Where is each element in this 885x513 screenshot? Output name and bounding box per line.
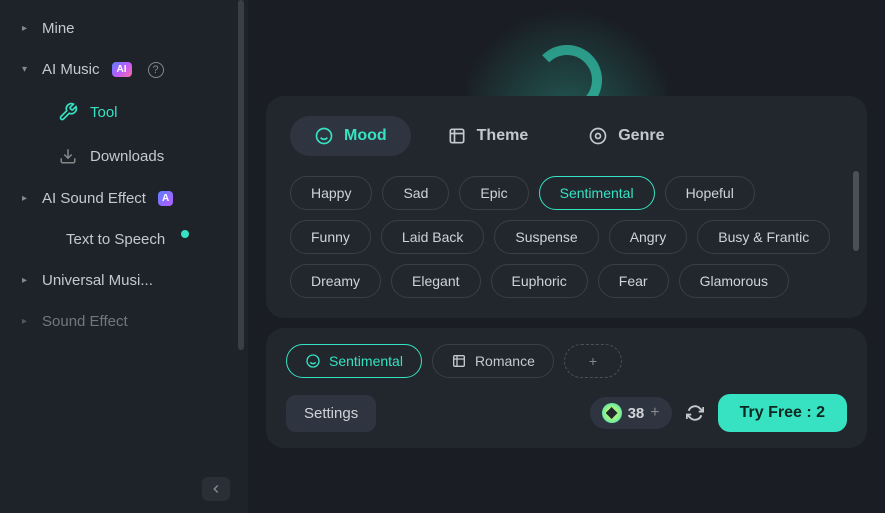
- sidebar-item-mine[interactable]: Mine: [0, 8, 238, 49]
- ai-badge-small: A: [158, 191, 173, 206]
- sidebar-label: Sound Effect: [42, 313, 128, 330]
- sidebar-item-downloads[interactable]: Downloads: [0, 134, 238, 178]
- selected-chips-row: Sentimental Romance +: [286, 344, 847, 378]
- tag-sad[interactable]: Sad: [382, 176, 449, 210]
- collapse-sidebar-button[interactable]: [202, 477, 230, 501]
- credit-icon: [602, 403, 622, 423]
- tag-suspense[interactable]: Suspense: [494, 220, 598, 254]
- sidebar-label: Text to Speech: [66, 231, 165, 248]
- category-panel: Mood Theme Genre Happy Sad Epic Sentimen…: [266, 96, 867, 318]
- tag-glamorous[interactable]: Glamorous: [679, 264, 789, 298]
- tab-label: Genre: [618, 127, 664, 145]
- generation-panel: Sentimental Romance + Settings 38 + Try …: [266, 328, 867, 448]
- sidebar-label: Tool: [90, 104, 118, 121]
- plus-icon: +: [589, 353, 597, 369]
- tag-elegant[interactable]: Elegant: [391, 264, 480, 298]
- sidebar-item-tool[interactable]: Tool: [0, 90, 238, 134]
- mood-icon: [305, 353, 321, 369]
- theme-icon: [451, 353, 467, 369]
- help-icon[interactable]: ?: [148, 62, 164, 78]
- credits-display[interactable]: 38 +: [590, 397, 672, 429]
- sidebar-label: Mine: [42, 20, 75, 37]
- tag-dreamy[interactable]: Dreamy: [290, 264, 381, 298]
- notification-dot: [181, 230, 189, 238]
- refresh-icon[interactable]: [686, 404, 704, 422]
- download-icon: [58, 146, 78, 166]
- sidebar-label: AI Sound Effect: [42, 190, 146, 207]
- chip-mood-sentimental[interactable]: Sentimental: [286, 344, 422, 378]
- sidebar-item-ai-sound-effect[interactable]: AI Sound Effect A: [0, 178, 238, 219]
- tab-label: Theme: [477, 127, 529, 145]
- try-free-button[interactable]: Try Free : 2: [718, 394, 847, 432]
- tab-label: Mood: [344, 127, 387, 145]
- sidebar: Mine AI Music AI ? Tool Downloads AI Sou…: [0, 0, 248, 513]
- chip-theme-romance[interactable]: Romance: [432, 344, 554, 378]
- tag-fear[interactable]: Fear: [598, 264, 669, 298]
- sidebar-scrollbar[interactable]: [238, 0, 244, 350]
- main-content: Mood Theme Genre Happy Sad Epic Sentimen…: [248, 0, 885, 513]
- panel-scrollbar[interactable]: [853, 171, 859, 251]
- sidebar-label: AI Music: [42, 61, 100, 78]
- chip-label: Romance: [475, 353, 535, 369]
- sidebar-item-universal-music[interactable]: Universal Musi...: [0, 260, 238, 301]
- theme-icon: [447, 126, 467, 146]
- genre-icon: [588, 126, 608, 146]
- tag-hopeful[interactable]: Hopeful: [665, 176, 755, 210]
- category-tabs: Mood Theme Genre: [290, 116, 843, 156]
- tag-euphoric[interactable]: Euphoric: [491, 264, 588, 298]
- sidebar-item-text-to-speech[interactable]: Text to Speech: [0, 219, 238, 260]
- credit-count: 38: [628, 405, 645, 422]
- sidebar-label: Universal Musi...: [42, 272, 153, 289]
- tab-genre[interactable]: Genre: [564, 116, 688, 156]
- tag-angry[interactable]: Angry: [609, 220, 688, 254]
- mood-tags: Happy Sad Epic Sentimental Hopeful Funny…: [290, 176, 843, 298]
- tag-laid-back[interactable]: Laid Back: [381, 220, 484, 254]
- tab-mood[interactable]: Mood: [290, 116, 411, 156]
- tab-theme[interactable]: Theme: [423, 116, 553, 156]
- tag-busy-frantic[interactable]: Busy & Frantic: [697, 220, 830, 254]
- mood-icon: [314, 126, 334, 146]
- tool-icon: [58, 102, 78, 122]
- tag-happy[interactable]: Happy: [290, 176, 372, 210]
- tag-funny[interactable]: Funny: [290, 220, 371, 254]
- sidebar-label: Downloads: [90, 148, 164, 165]
- chip-label: Sentimental: [329, 353, 403, 369]
- tag-sentimental[interactable]: Sentimental: [539, 176, 655, 210]
- ai-badge: AI: [112, 62, 132, 77]
- settings-button[interactable]: Settings: [286, 395, 376, 432]
- add-credits-icon[interactable]: +: [650, 404, 659, 422]
- tag-epic[interactable]: Epic: [459, 176, 528, 210]
- add-chip-button[interactable]: +: [564, 344, 622, 378]
- sidebar-item-sound-effect[interactable]: Sound Effect: [0, 301, 238, 342]
- actions-row: Settings 38 + Try Free : 2: [286, 394, 847, 432]
- sidebar-item-ai-music[interactable]: AI Music AI ?: [0, 49, 238, 90]
